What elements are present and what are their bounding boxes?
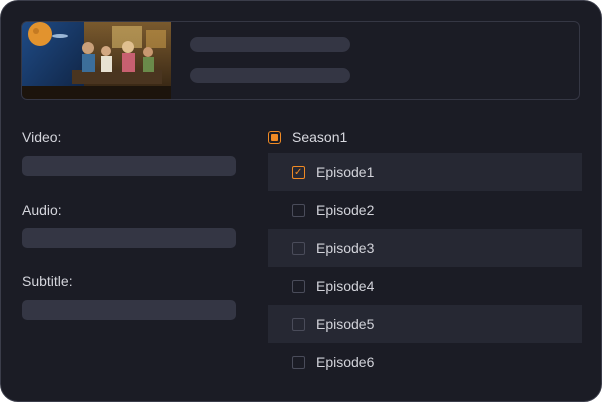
episode-label: Episode5 [316, 316, 375, 332]
season-label: Season1 [292, 129, 348, 145]
episode-checkbox[interactable]: ✓ [292, 165, 305, 179]
episode-checkbox[interactable] [292, 355, 305, 369]
check-icon: ✓ [294, 166, 303, 178]
title-placeholder [190, 37, 350, 52]
season-checkbox[interactable] [268, 130, 281, 144]
episode-label: Episode4 [316, 278, 375, 294]
episode-checkbox[interactable] [292, 279, 305, 293]
episode-label: Episode3 [316, 240, 375, 256]
episode-row[interactable]: Episode3 [268, 229, 582, 267]
audio-label: Audio: [22, 202, 62, 218]
episode-row[interactable]: Episode4 [268, 267, 582, 305]
episode-label: Episode6 [316, 354, 375, 370]
episode-row[interactable]: Episode5 [268, 305, 582, 343]
media-dialog: Video: Audio: Subtitle: Season1 ✓ Episod… [0, 0, 602, 402]
season-row[interactable]: Season1 [268, 125, 347, 149]
video-label: Video: [22, 129, 62, 145]
episode-checkbox[interactable] [292, 317, 305, 331]
episode-row[interactable]: Episode2 [268, 191, 582, 229]
episode-row[interactable]: ✓ Episode1 [268, 153, 582, 191]
media-info-card [21, 21, 580, 100]
audio-select[interactable] [22, 228, 236, 248]
episode-label: Episode1 [316, 164, 375, 180]
subtitle-label: Subtitle: [22, 273, 73, 289]
episode-row[interactable]: Episode6 [268, 343, 582, 381]
episode-checkbox[interactable] [292, 203, 305, 217]
subtitle-select[interactable] [22, 300, 236, 320]
episode-list: ✓ Episode1 Episode2 Episode3 Episode4 Ep… [268, 153, 582, 381]
video-thumbnail [22, 22, 171, 99]
episode-checkbox[interactable] [292, 241, 305, 255]
episode-label: Episode2 [316, 202, 375, 218]
video-select[interactable] [22, 156, 236, 176]
subtitle-placeholder [190, 68, 350, 83]
